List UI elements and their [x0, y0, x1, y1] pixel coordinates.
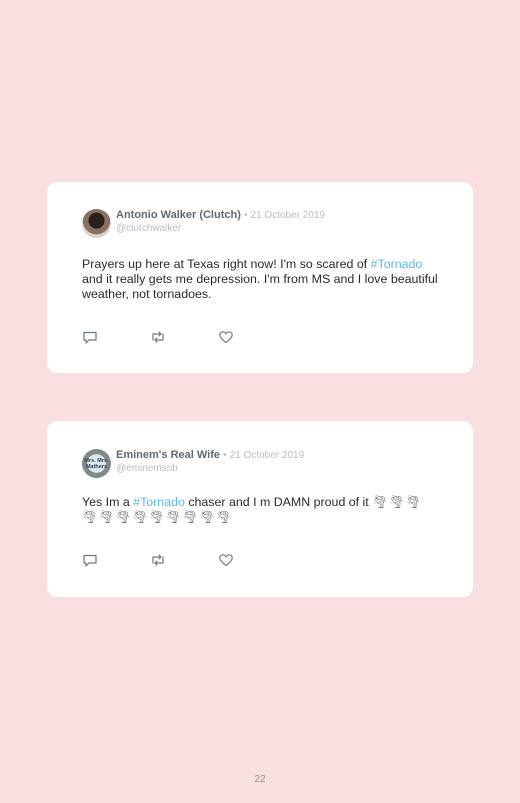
- hashtag-link[interactable]: #Tornado: [133, 495, 185, 509]
- retweet-icon[interactable]: [150, 552, 166, 568]
- tweet-card: Antonio Walker (Clutch) • 21 October 201…: [47, 182, 473, 373]
- tweet-actions: [82, 552, 286, 568]
- avatar[interactable]: Mrs. Mrs. Mathers: [82, 449, 111, 478]
- tweet-header: Mrs. Mrs. Mathers Eminem's Real Wife • 2…: [82, 449, 304, 479]
- avatar[interactable]: [82, 209, 111, 238]
- avatar-text: Mrs. Mrs. Mathers: [84, 458, 109, 470]
- author-handle[interactable]: @eminemsrib: [116, 462, 304, 475]
- separator-dot: •: [243, 210, 248, 221]
- reply-icon[interactable]: [82, 329, 98, 345]
- tweet-text-before: Prayers up here at Texas right now! I'm …: [82, 257, 371, 271]
- hashtag-link[interactable]: #Tornado: [371, 257, 423, 271]
- tweet-date: 21 October 2019: [229, 450, 305, 461]
- tweet-text-after: chaser and I m DAMN proud of it: [184, 495, 373, 509]
- tweet-card: Mrs. Mrs. Mathers Eminem's Real Wife • 2…: [47, 421, 473, 597]
- retweet-icon[interactable]: [150, 329, 166, 345]
- tweet-text-after: and it really gets me depression. I'm fr…: [82, 272, 438, 301]
- page-number: 22: [254, 774, 266, 785]
- author-block: Antonio Walker (Clutch) • 21 October 201…: [116, 209, 325, 235]
- reply-icon[interactable]: [82, 552, 98, 568]
- separator-dot: •: [223, 450, 227, 461]
- tweet-text: Yes Im a #Tornado chaser and I m DAMN pr…: [82, 495, 443, 525]
- tweet-header: Antonio Walker (Clutch) • 21 October 201…: [82, 209, 325, 239]
- author-name[interactable]: Eminem's Real Wife: [116, 449, 220, 461]
- tweet-actions: [82, 329, 286, 345]
- author-name[interactable]: Antonio Walker (Clutch): [116, 209, 241, 221]
- tweet-text: Prayers up here at Texas right now! I'm …: [82, 257, 443, 302]
- author-block: Eminem's Real Wife • 21 October 2019 @em…: [116, 449, 304, 475]
- author-handle[interactable]: @clutchwalker: [116, 222, 325, 235]
- like-icon[interactable]: [218, 329, 234, 345]
- tweet-text-before: Yes Im a: [82, 495, 134, 509]
- like-icon[interactable]: [218, 552, 234, 568]
- tweet-date: 21 October 2019: [250, 210, 326, 221]
